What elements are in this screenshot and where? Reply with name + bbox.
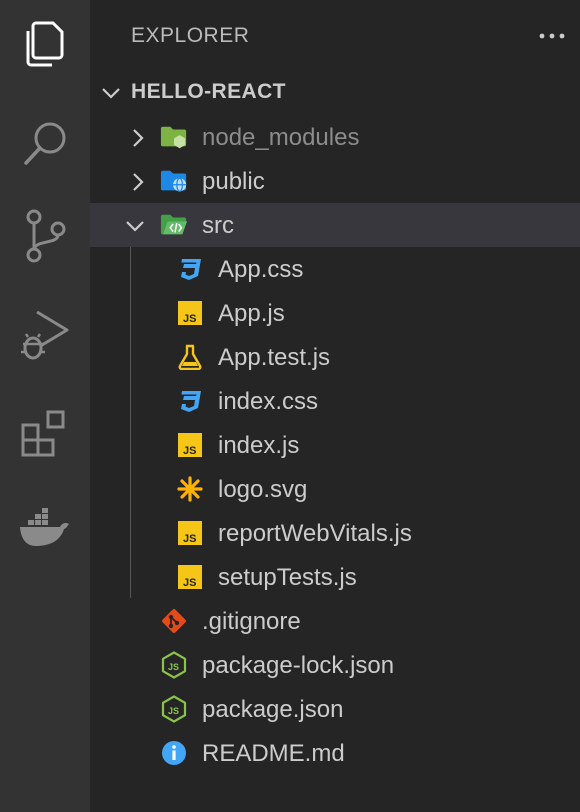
tree-item-label: App.css: [218, 256, 304, 283]
tree-item-report-web-vitals-js[interactable]: JS reportWebVitals.js: [90, 511, 580, 555]
run-debug-activity-button[interactable]: [0, 290, 90, 378]
info-icon: [160, 740, 188, 766]
search-icon: [20, 119, 70, 169]
chevron-right-icon: [128, 127, 148, 154]
tree-item-label: index.css: [218, 388, 319, 415]
nodejs-icon: JS: [160, 651, 188, 679]
svg-text:JS: JS: [183, 313, 196, 325]
docker-icon: [18, 508, 72, 548]
explorer-activity-button[interactable]: [0, 0, 90, 88]
js-icon: JS: [176, 300, 204, 326]
tree-item-index-css[interactable]: index.css: [90, 379, 580, 423]
svg-text:JS: JS: [183, 577, 196, 589]
folder-public-icon: [160, 168, 188, 194]
source-control-activity-button[interactable]: [0, 192, 90, 280]
css-icon: [176, 388, 204, 414]
svg-text:JS: JS: [183, 445, 196, 457]
tree-item-label: setupTests.js: [218, 564, 357, 591]
tree-item-label: index.js: [218, 432, 300, 459]
folder-node-icon: [160, 124, 188, 150]
tree-item-logo-svg[interactable]: logo.svg: [90, 467, 580, 511]
svg-text:JS: JS: [168, 662, 179, 672]
tree-item-setup-tests-js[interactable]: JS setupTests.js: [90, 555, 580, 599]
docker-activity-button[interactable]: [0, 484, 90, 572]
tree-item-app-css[interactable]: App.css: [90, 247, 580, 291]
explorer-title: EXPLORER: [131, 24, 250, 47]
svg-text:JS: JS: [168, 706, 179, 716]
nodejs-icon: JS: [160, 695, 188, 723]
tree-item-label: reportWebVitals.js: [218, 520, 412, 547]
css-icon: [176, 256, 204, 282]
tree-item-label: .gitignore: [202, 608, 301, 635]
extensions-icon: [20, 409, 70, 459]
chevron-down-icon: [100, 82, 122, 109]
svg-icon: [176, 476, 204, 502]
explorer-sidebar: EXPLORER HELLO-REACT node_modules public…: [90, 0, 580, 812]
tree-item-readme-md[interactable]: README.md: [90, 731, 580, 775]
search-activity-button[interactable]: [0, 100, 90, 188]
tree-item-public[interactable]: public: [90, 159, 580, 203]
more-actions-button[interactable]: [536, 20, 568, 52]
tree-item-node-modules[interactable]: node_modules: [90, 115, 580, 159]
tree-item-label: public: [202, 168, 265, 195]
tree-item-app-js[interactable]: JS App.js: [90, 291, 580, 335]
tree-item-label: package.json: [202, 696, 344, 723]
svg-text:JS: JS: [183, 533, 196, 545]
workspace-title: HELLO-REACT: [131, 80, 286, 103]
js-icon: JS: [176, 564, 204, 590]
tree-item-label: src: [202, 212, 234, 239]
git-icon: [160, 608, 188, 634]
chevron-down-icon: [124, 215, 146, 242]
files-icon: [22, 19, 68, 69]
ellipsis-icon: [538, 27, 566, 45]
tree-item-label: package-lock.json: [202, 652, 395, 679]
tree-item-label: README.md: [202, 740, 345, 767]
activity-bar: [0, 0, 90, 812]
tree-item-src[interactable]: src: [90, 203, 580, 247]
chevron-right-icon: [128, 171, 148, 198]
tree-item-label: App.test.js: [218, 344, 331, 371]
explorer-header: EXPLORER: [90, 0, 580, 72]
tree-item-package-lock-json[interactable]: JS package-lock.json: [90, 643, 580, 687]
tree-item-package-json[interactable]: JS package.json: [90, 687, 580, 731]
workspace-section-header[interactable]: HELLO-REACT: [90, 70, 580, 114]
tree-item-gitignore[interactable]: .gitignore: [90, 599, 580, 643]
js-icon: JS: [176, 520, 204, 546]
test-icon: [176, 344, 204, 370]
extensions-activity-button[interactable]: [0, 390, 90, 478]
tree-item-label: node_modules: [202, 124, 360, 151]
tree-item-app-test-js[interactable]: App.test.js: [90, 335, 580, 379]
js-icon: JS: [176, 432, 204, 458]
tree-item-label: logo.svg: [218, 476, 308, 503]
run-debug-icon: [19, 306, 71, 362]
tree-item-index-js[interactable]: JS index.js: [90, 423, 580, 467]
folder-src-icon: [160, 212, 188, 238]
source-control-icon: [22, 208, 68, 264]
tree-item-label: App.js: [218, 300, 285, 327]
